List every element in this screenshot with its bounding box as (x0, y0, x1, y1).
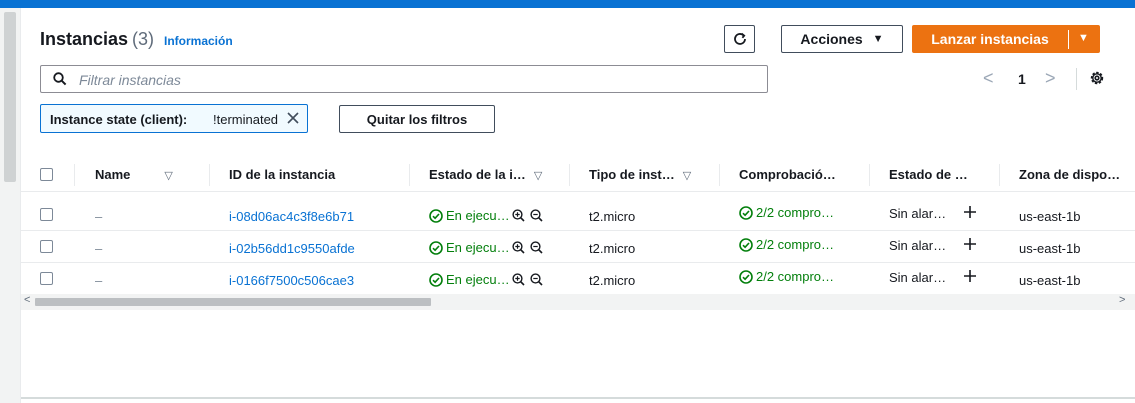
instance-id-link[interactable]: i-0166f7500c506cae3 (229, 273, 354, 288)
zoom-out-icon[interactable] (529, 209, 546, 222)
close-icon[interactable] (285, 110, 301, 126)
zoom-in-icon[interactable] (511, 273, 528, 286)
table-row[interactable]: – i-02b56dd1c9550afde En ejecu… t2.micro… (21, 231, 1135, 263)
column-header-name[interactable]: Name ▽ (95, 167, 173, 182)
column-separator (569, 164, 570, 186)
panel-bottom-border (21, 397, 1135, 399)
check-circle-icon (739, 205, 753, 220)
sort-icon: ▽ (533, 170, 543, 182)
instances-panel: Instancias (3) Información Acciones ▼ Lanz… (21, 8, 1135, 403)
previous-page-icon[interactable]: < (983, 68, 994, 89)
column-header-type[interactable]: Tipo de inst… ▽ (589, 167, 691, 182)
column-header-instance-id[interactable]: ID de la instancia (229, 167, 335, 182)
current-page[interactable]: 1 (1018, 71, 1026, 87)
column-separator (869, 164, 870, 186)
availability-zone: us-east-1b (1019, 241, 1081, 256)
actions-button[interactable]: Acciones ▼ (781, 25, 903, 53)
instance-state: En ejecu… (429, 272, 546, 287)
instance-id-link[interactable]: i-02b56dd1c9550afde (229, 241, 355, 256)
table-row[interactable]: – i-0166f7500c506cae3 En ejecu… t2.micro… (21, 263, 1135, 295)
alarm-status: Sin alar… (889, 206, 947, 221)
instance-name: – (95, 209, 103, 224)
horizontal-scrollbar[interactable]: < > (21, 294, 1135, 310)
info-link[interactable]: Información (164, 34, 233, 48)
check-circle-icon (429, 272, 443, 287)
instance-state: En ejecu… (429, 208, 546, 223)
pager-divider (1076, 68, 1077, 90)
filter-search-box[interactable] (40, 65, 768, 93)
sort-icon: ▽ (682, 170, 692, 182)
column-header-state[interactable]: Estado de la i… ▽ (429, 167, 542, 182)
scroll-right-icon[interactable]: > (1119, 294, 1125, 306)
zoom-out-icon[interactable] (529, 241, 546, 254)
refresh-icon (733, 32, 746, 45)
column-separator (209, 164, 210, 186)
status-check[interactable]: 2/2 compro… (739, 205, 834, 220)
plus-icon[interactable] (963, 205, 977, 219)
alarm-status: Sin alar… (889, 270, 947, 285)
table-header: Name ▽ ID de la instancia Estado de la i…… (21, 158, 1135, 192)
row-checkbox[interactable] (40, 240, 53, 253)
check-circle-icon (429, 208, 443, 223)
instance-id-link[interactable]: i-08d06ac4c3f8e6b71 (229, 209, 354, 224)
next-page-icon[interactable]: > (1045, 68, 1056, 89)
page-scrollbar-thumb[interactable] (4, 12, 16, 182)
split-divider (1068, 30, 1069, 49)
column-separator (74, 164, 75, 186)
launch-dropdown-caret-icon[interactable]: ▼ (1078, 32, 1089, 44)
filter-token-value: !terminated (213, 112, 279, 127)
column-separator (999, 164, 1000, 186)
instance-type: t2.micro (589, 209, 636, 224)
plus-icon[interactable] (963, 237, 977, 251)
instance-type: t2.micro (589, 273, 636, 288)
availability-zone: us-east-1b (1019, 273, 1081, 288)
clear-filters-button[interactable]: Quitar los filtros (339, 105, 495, 133)
filter-token: Instance state (client): !terminated (40, 104, 308, 133)
availability-zone: us-east-1b (1019, 209, 1081, 224)
zoom-out-icon[interactable] (529, 273, 546, 286)
zoom-in-icon[interactable] (511, 209, 528, 222)
column-separator (409, 164, 410, 186)
scroll-left-icon[interactable]: < (24, 294, 30, 306)
instance-count: (3) (132, 29, 155, 49)
alarm-status: Sin alar… (889, 238, 947, 253)
column-header-alarm-status[interactable]: Estado de … (889, 167, 968, 182)
caret-down-icon: ▼ (872, 33, 884, 45)
page-scrollbar[interactable] (0, 8, 21, 403)
table-row[interactable]: – i-08d06ac4c3f8e6b71 En ejecu… t2.micro… (21, 199, 1135, 231)
refresh-button[interactable] (724, 25, 755, 53)
column-separator (719, 164, 720, 186)
instance-type: t2.micro (589, 241, 636, 256)
instance-state: En ejecu… (429, 240, 546, 255)
check-circle-icon (739, 237, 753, 252)
zoom-in-icon[interactable] (511, 241, 528, 254)
page-title: Instancias (3) (40, 29, 155, 49)
instance-name: – (95, 273, 103, 288)
column-header-status-check[interactable]: Comprobació… (739, 167, 836, 182)
filter-token-key: Instance state (client): (50, 112, 188, 127)
check-circle-icon (429, 240, 443, 255)
search-icon (53, 72, 67, 86)
gear-icon[interactable] (1089, 70, 1105, 86)
row-checkbox[interactable] (40, 208, 53, 221)
horizontal-scrollbar-thumb[interactable] (35, 298, 431, 306)
instance-name: – (95, 241, 103, 256)
check-circle-icon (739, 269, 753, 284)
status-check[interactable]: 2/2 compro… (739, 237, 834, 252)
status-check[interactable]: 2/2 compro… (739, 269, 834, 284)
top-bar (0, 0, 1135, 8)
launch-instances-button[interactable]: Lanzar instancias ▼ (912, 25, 1100, 53)
column-header-availability-zone[interactable]: Zona de dispo… (1019, 167, 1120, 182)
select-all-checkbox[interactable] (40, 168, 53, 181)
plus-icon[interactable] (963, 269, 977, 283)
row-checkbox[interactable] (40, 272, 53, 285)
sort-icon: ▽ (164, 170, 173, 182)
filter-input[interactable] (77, 69, 761, 91)
